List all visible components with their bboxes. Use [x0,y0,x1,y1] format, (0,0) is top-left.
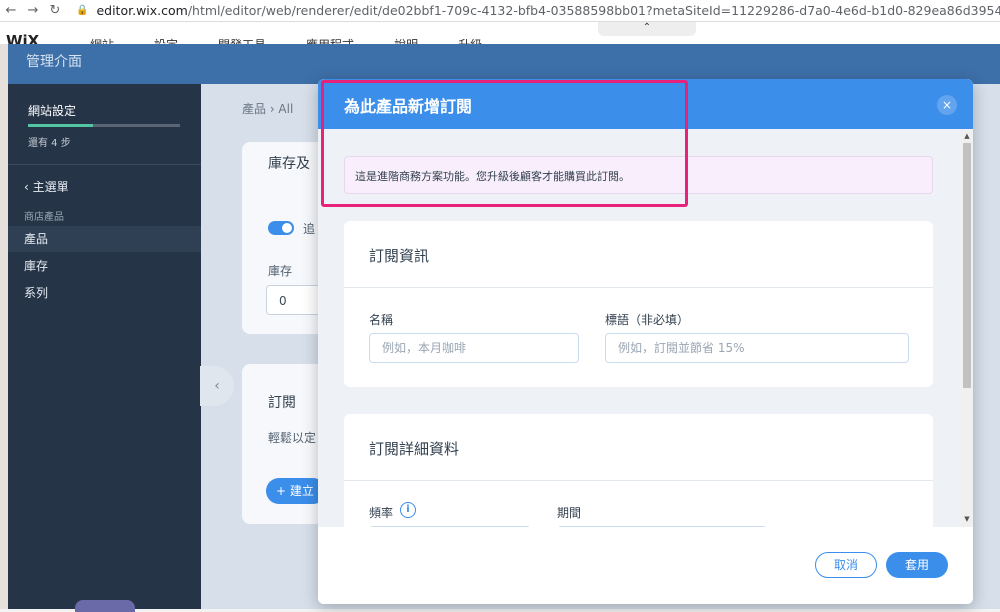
scroll-up-arrow-icon[interactable]: ▲ [961,131,973,141]
subscription-title: 訂閱 [268,395,296,411]
setup-progress-bar [28,124,180,127]
steps-left-text: 還有 4 步 [28,138,71,149]
page-edge [0,44,8,609]
editor-menu-item[interactable]: 升級 [458,36,482,44]
wix-logo: WiX [6,32,40,44]
editor-top-bar: WiX 網站 設定 開發工具 應用程式 說明 升級 ⌃ [0,22,1000,44]
modal-footer: 取消 套用 [318,527,973,604]
frequency-label: 頻率 [369,506,394,520]
browser-toolbar: ← → ↻ 🔒 editor.wix.com/html/editor/web/r… [0,0,1000,22]
stock-input[interactable]: 0 [266,285,326,315]
sidebar-item-products[interactable]: 產品 [8,226,201,252]
track-inventory-toggle[interactable] [268,221,294,235]
collapse-toolbar-tab[interactable]: ⌃ [598,22,696,36]
apply-button[interactable]: 套用 [886,552,948,578]
toggle-label: 追 [303,222,316,236]
setup-progress-fill [28,124,94,127]
scroll-thumb[interactable] [963,143,971,388]
url-path: /html/editor/web/renderer/edit/de02bbf1-… [187,3,1000,18]
editor-menu-item[interactable]: 開發工具 [218,36,266,44]
lock-icon: 🔒 [76,5,89,16]
stock-label: 庫存 [268,264,293,278]
sidebar-bottom-button[interactable] [75,600,135,612]
editor-menu-item[interactable]: 說明 [394,36,418,44]
modal-body: 這是進階商務方案功能。您升級後顧客才能購買此訂閱。 訂閱資訊 名稱 標語（非必填… [318,129,961,527]
site-settings-label[interactable]: 網站設定 [28,102,76,119]
sidebar: 網站設定 還有 4 步 ‹ 主選單 商店產品 產品 庫存 系列 [8,84,201,612]
dashboard-header: 管理介面 [8,44,1000,84]
subscription-desc: 輕鬆以定 [268,431,317,445]
premium-feature-notice: 這是進階商務方案功能。您升級後顧客才能購買此訂閱。 [344,156,933,194]
editor-menu-item[interactable]: 網站 [90,36,114,44]
name-input[interactable] [369,333,579,363]
back-arrow-icon[interactable]: ← [0,0,22,22]
create-subscription-button[interactable]: + 建立 [266,478,326,504]
editor-menu: 網站 設定 開發工具 應用程式 說明 升級 [90,36,482,44]
tagline-input[interactable] [605,333,909,363]
editor-menu-item[interactable]: 設定 [154,36,178,44]
url-domain: editor.wix.com [96,3,188,18]
address-bar[interactable]: 🔒 editor.wix.com/html/editor/web/rendere… [76,1,1000,21]
duration-label: 期間 [557,506,582,520]
sidebar-section-label: 商店產品 [24,212,64,223]
sidebar-item-inventory[interactable]: 庫存 [8,253,201,279]
forward-arrow-icon[interactable]: → [22,0,44,22]
inventory-title: 庫存及 [268,156,310,172]
close-icon[interactable]: × [937,95,957,115]
info-icon[interactable]: i [400,502,416,518]
subscription-info-card: 訂閱資訊 名稱 標語（非必填） [344,221,933,387]
subscription-details-title: 訂閱詳細資料 [369,440,460,458]
subscription-info-title: 訂閱資訊 [369,247,430,265]
subscription-details-card: 訂閱詳細資料 頻率 i 期間 [344,414,933,527]
name-label: 名稱 [369,313,394,327]
main-menu-link[interactable]: ‹ 主選單 [24,178,69,195]
reload-icon[interactable]: ↻ [44,0,66,22]
cancel-button[interactable]: 取消 [815,552,877,578]
card-divider [344,480,933,481]
add-subscription-modal: 為此產品新增訂閱 × 這是進階商務方案功能。您升級後顧客才能購買此訂閱。 訂閱資… [318,79,973,604]
modal-title: 為此產品新增訂閱 [344,97,473,116]
breadcrumb[interactable]: 產品 › All [242,100,293,117]
modal-scrollbar[interactable]: ▲ ▼ [961,129,973,527]
card-divider [344,287,933,288]
sidebar-divider [8,164,201,165]
tagline-label: 標語（非必填） [605,313,690,327]
scroll-down-arrow-icon[interactable]: ▼ [961,514,973,524]
editor-menu-item[interactable]: 應用程式 [306,36,354,44]
sidebar-item-collections[interactable]: 系列 [8,280,201,306]
modal-header: 為此產品新增訂閱 × [318,79,973,129]
